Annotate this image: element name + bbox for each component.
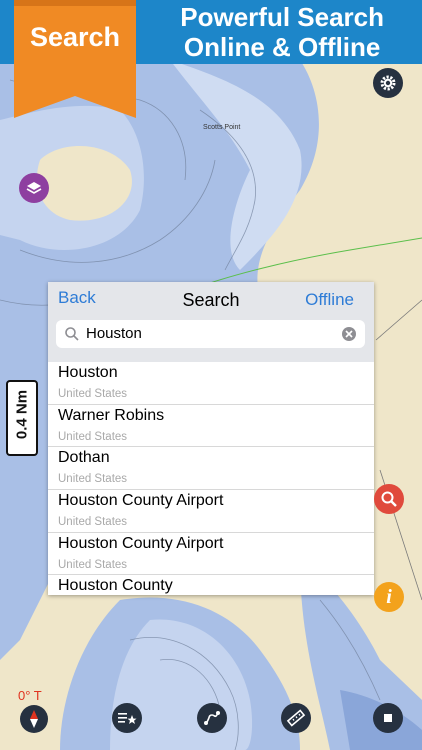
search-input[interactable]: Houston [56,320,365,348]
result-name: Houston County [58,577,173,595]
list-item[interactable]: Dothan United States [48,447,374,491]
banner-headline: Powerful Search Online & Offline [180,2,384,62]
clear-icon[interactable] [341,326,357,342]
info-icon: i [386,585,392,608]
compass-button[interactable] [20,705,48,733]
result-country: United States [58,388,128,400]
result-name: Dothan [58,449,110,467]
list-item[interactable]: Warner Robins United States [48,405,374,448]
route-button[interactable] [197,703,227,733]
favorites-button[interactable] [112,703,142,733]
info-button[interactable]: i [374,582,404,612]
result-name: Houston County Airport [58,534,224,552]
star-list-icon [118,713,137,724]
result-name: Houston [58,364,118,381]
search-query-text: Houston [86,325,142,342]
banner-headline-line1: Powerful Search [180,2,384,32]
list-item[interactable]: Houston United States [48,362,374,405]
offline-button[interactable]: Offline [305,290,354,310]
place-label-scotts-point: Scotts Point [203,124,241,131]
list-item[interactable]: Houston County Airport United States [48,490,374,533]
result-country: United States [58,430,128,443]
heading-readout: 0° T [18,688,42,703]
scale-label: 0.4 Nm [13,389,31,440]
stop-button[interactable] [373,703,403,733]
list-item[interactable]: Houston County [48,575,374,617]
gear-icon [380,75,396,91]
search-ribbon [14,0,136,118]
result-country: United States [58,516,128,529]
result-country: United States [58,558,128,571]
stop-icon [384,714,392,722]
search-icon [381,491,397,507]
result-name: Houston County Airport [58,492,224,510]
result-country: United States [58,473,128,486]
route-icon [204,711,220,725]
banner-headline-line2: Online & Offline [183,32,381,62]
layers-button[interactable] [19,173,49,203]
compass-icon [30,710,38,728]
ribbon-label: Search [29,22,121,52]
result-name: Warner Robins [58,406,165,424]
list-item[interactable]: Houston County Airport United States [48,533,374,576]
ruler-icon [286,709,306,727]
search-panel: Back Search Offline Houston Houston Unit… [48,282,374,595]
search-panel-header: Back Search Offline Houston [48,282,374,362]
search-results-list: Houston United States Warner Robins Unit… [48,362,374,617]
scale-bar: 0.4 Nm [6,380,38,456]
settings-button[interactable] [373,68,403,98]
search-button[interactable] [374,484,404,514]
layers-icon [26,182,42,194]
measure-button[interactable] [281,703,311,733]
search-icon [65,327,79,341]
